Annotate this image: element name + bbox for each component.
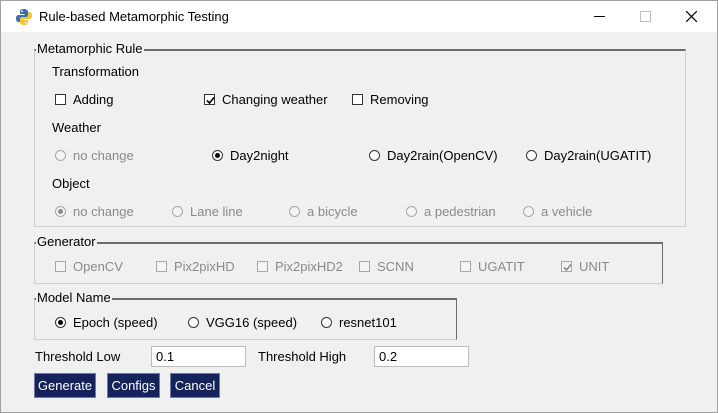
window-title: Rule-based Metamorphic Testing: [39, 9, 229, 24]
radio-dot: [215, 153, 220, 158]
radio-dot: [58, 320, 63, 325]
title-bar[interactable]: Rule-based Metamorphic Testing: [1, 1, 717, 32]
radio-circle: [188, 317, 199, 328]
checkbox-label: UGATIT: [478, 259, 525, 274]
minimize-icon: [594, 16, 605, 17]
radio-label: Lane line: [190, 204, 243, 219]
checkbox-box: [352, 94, 363, 105]
radio-circle: [406, 206, 417, 217]
transformation-label: Transformation: [52, 64, 139, 79]
checkbox-box: [156, 261, 167, 272]
checkbox-box: [55, 94, 66, 105]
configs-button[interactable]: Configs: [107, 373, 160, 398]
radio-label: Day2night: [230, 148, 289, 163]
app-window: Rule-based Metamorphic Testing Metamorph…: [0, 0, 718, 413]
metamorphic-rule-legend: Metamorphic Rule: [36, 41, 144, 56]
radio-label: resnet101: [339, 315, 397, 330]
checkbox-label: OpenCV: [73, 259, 123, 274]
checkbox-box: [359, 261, 370, 272]
radio-label: a pedestrian: [424, 204, 496, 219]
radio-label: Epoch (speed): [73, 315, 158, 330]
checkbox-label: UNIT: [579, 259, 610, 274]
python-logo-icon: [16, 9, 32, 25]
generate-button[interactable]: Generate: [34, 373, 96, 398]
close-button[interactable]: [669, 1, 715, 32]
checkbox-label: SCNN: [377, 259, 414, 274]
radio-circle: [523, 206, 534, 217]
checkbox-label: Pix2pixHD: [174, 259, 235, 274]
radio-circle: [172, 206, 183, 217]
checkbox-box: [257, 261, 268, 272]
checkbox-box: [204, 94, 215, 105]
radio-circle: [321, 317, 332, 328]
checkmark-icon: [563, 263, 572, 272]
radio-label: VGG16 (speed): [206, 315, 298, 330]
radio-circle: [55, 150, 66, 161]
radio-label: Day2rain(UGATIT): [544, 148, 652, 163]
generator-group: Generator OpenCV Pix2pixHD Pix2pixHD2 SC…: [34, 235, 663, 284]
generator-legend: Generator: [36, 234, 97, 249]
threshold-high-input[interactable]: [374, 346, 469, 367]
cancel-button[interactable]: Cancel: [170, 373, 220, 398]
radio-label: a vehicle: [541, 204, 593, 219]
weather-label: Weather: [52, 120, 101, 135]
radio-dot: [58, 209, 63, 214]
metamorphic-rule-group: Metamorphic Rule Transformation Adding C…: [34, 42, 686, 227]
checkbox-label: Changing weather: [222, 92, 328, 107]
maximize-button[interactable]: [623, 1, 669, 32]
checkbox-label: Adding: [73, 92, 114, 107]
radio-label: a bicycle: [307, 204, 358, 219]
checkbox-label: Removing: [370, 92, 429, 107]
threshold-low-input[interactable]: [151, 346, 246, 367]
radio-circle: [526, 150, 537, 161]
checkbox-box: [55, 261, 66, 272]
checkbox-box: [561, 261, 572, 272]
model-name-group: Model Name Epoch (speed) VGG16 (speed) r…: [34, 291, 457, 340]
radio-label: no change: [73, 204, 134, 219]
threshold-low-label: Threshold Low: [35, 349, 121, 364]
object-label: Object: [52, 176, 90, 191]
maximize-icon: [640, 11, 651, 22]
radio-label: no change: [73, 148, 134, 163]
model-name-legend: Model Name: [36, 290, 112, 305]
checkmark-icon: [206, 96, 215, 105]
radio-circle: [55, 317, 66, 328]
radio-circle: [212, 150, 223, 161]
checkbox-label: Pix2pixHD2: [275, 259, 343, 274]
threshold-high-label: Threshold High: [258, 349, 347, 364]
radio-label: Day2rain(OpenCV): [387, 148, 498, 163]
radio-circle: [369, 150, 380, 161]
checkbox-box: [460, 261, 471, 272]
radio-circle: [289, 206, 300, 217]
close-icon: [686, 11, 697, 22]
minimize-button[interactable]: [577, 1, 623, 32]
radio-circle: [55, 206, 66, 217]
